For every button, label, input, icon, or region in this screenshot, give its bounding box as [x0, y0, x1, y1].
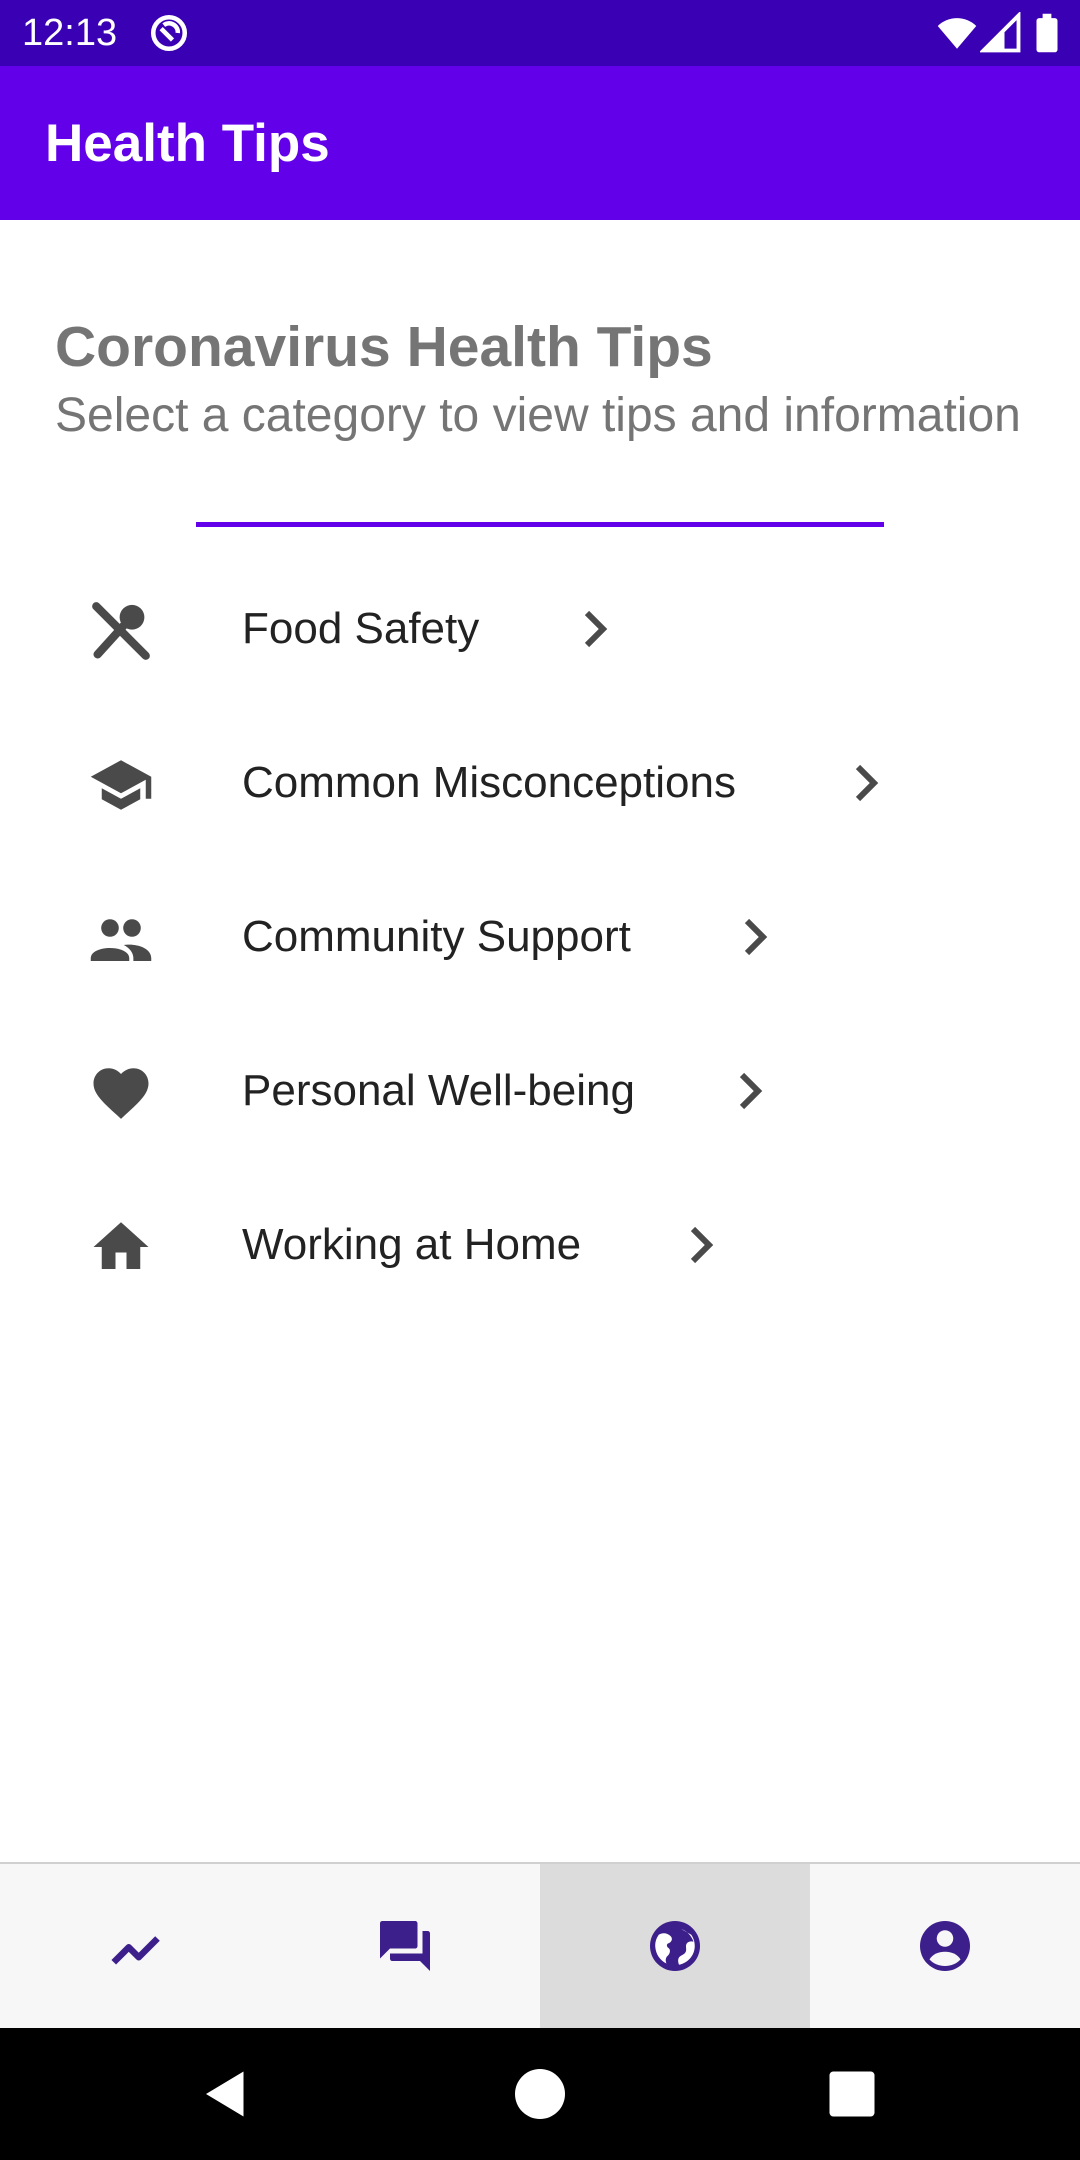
nav-trends[interactable] [0, 1864, 270, 2028]
people-icon [90, 919, 152, 961]
recents-icon[interactable] [822, 2064, 882, 2124]
heart-icon [93, 1068, 149, 1119]
category-personal-well-being[interactable]: Personal Well-being [0, 1011, 1080, 1165]
category-label: Food Safety [242, 604, 480, 653]
chevron-right-icon [855, 764, 879, 802]
status-bar: 12:13 [0, 0, 1080, 66]
title-divider [196, 522, 884, 527]
page-title: Coronavirus Health Tips [55, 315, 713, 379]
category-label: Community Support [242, 912, 631, 961]
account-icon [920, 1921, 970, 1971]
school-icon [90, 760, 152, 810]
category-food-safety[interactable]: Food Safety [0, 549, 1080, 703]
system-navigation-bar [0, 2028, 1080, 2160]
status-time: 12:13 [22, 12, 118, 54]
back-icon[interactable] [196, 2064, 256, 2124]
nav-globe[interactable] [540, 1864, 810, 2028]
globe-icon [650, 1921, 700, 1971]
home-circle-icon[interactable] [510, 2064, 570, 2124]
nav-profile[interactable] [810, 1864, 1080, 2028]
chevron-right-icon [739, 1072, 763, 1110]
category-label: Working at Home [242, 1220, 582, 1269]
category-label: Common Misconceptions [242, 758, 736, 807]
wifi-icon [937, 18, 977, 49]
page-subtitle: Select a category to view tips and infor… [55, 389, 1021, 442]
sync-icon [150, 14, 188, 52]
chevron-right-icon [744, 918, 768, 956]
screen: 12:13 Health Tips Coronavirus Health Tip… [0, 0, 1080, 2160]
bottom-navigation [0, 1862, 1080, 2028]
utensils-icon [92, 602, 150, 660]
chevron-right-icon [690, 1226, 714, 1264]
app-bar: Health Tips [0, 66, 1080, 220]
trending-icon [111, 1936, 160, 1965]
home-icon [93, 1222, 149, 1269]
category-common-misconceptions[interactable]: Common Misconceptions [0, 703, 1080, 857]
chevron-right-icon [584, 610, 608, 648]
category-working-at-home[interactable]: Working at Home [0, 1165, 1080, 1319]
cell-signal-icon [980, 12, 1021, 53]
battery-icon [1036, 13, 1058, 53]
category-community-support[interactable]: Community Support [0, 857, 1080, 1011]
chat-icon [380, 1921, 430, 1971]
app-title: Health Tips [45, 114, 330, 173]
nav-forum[interactable] [270, 1864, 540, 2028]
category-label: Personal Well-being [242, 1066, 635, 1115]
